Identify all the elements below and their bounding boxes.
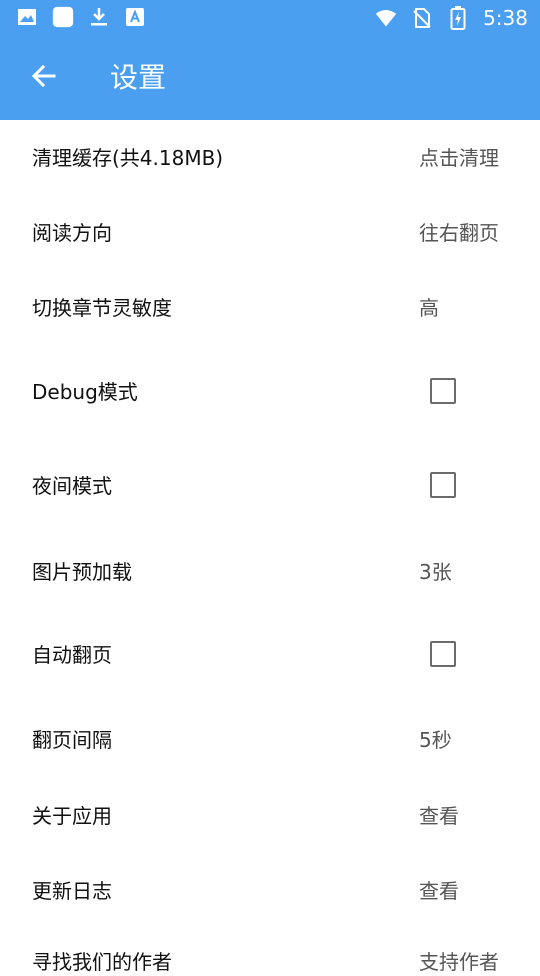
setting-reading-direction[interactable]: 阅读方向 往右翻页: [0, 196, 540, 272]
setting-debug-mode[interactable]: Debug模式: [0, 348, 540, 442]
setting-label: Debug模式: [32, 380, 138, 404]
setting-value: 5秒: [419, 728, 452, 752]
setting-image-preload[interactable]: 图片预加载 3张: [0, 536, 540, 612]
app-toolbar: 设置: [0, 36, 540, 120]
setting-label: 关于应用: [32, 804, 112, 828]
image-icon: [16, 6, 38, 28]
setting-label: 夜间模式: [32, 474, 112, 498]
setting-label: 阅读方向: [32, 221, 112, 245]
app-square-icon: [52, 6, 74, 28]
setting-label: 图片预加载: [32, 560, 132, 584]
auto-page-turn-checkbox[interactable]: [430, 641, 456, 667]
battery-charging-icon: [447, 6, 469, 30]
setting-about-app[interactable]: 关于应用 查看: [0, 782, 540, 858]
setting-value: 往右翻页: [419, 221, 499, 245]
status-bar: 5:38: [0, 0, 540, 36]
setting-page-interval[interactable]: 翻页间隔 5秒: [0, 706, 540, 782]
setting-chapter-sensitivity[interactable]: 切换章节灵敏度 高: [0, 272, 540, 348]
setting-auto-page-turn[interactable]: 自动翻页: [0, 612, 540, 706]
setting-clear-cache[interactable]: 清理缓存(共4.18MB) 点击清理: [0, 120, 540, 196]
wifi-icon: [375, 7, 397, 29]
setting-label: 自动翻页: [32, 643, 112, 667]
setting-changelog[interactable]: 更新日志 查看: [0, 858, 540, 934]
status-time: 5:38: [483, 6, 528, 30]
setting-value: 点击清理: [419, 146, 499, 170]
setting-label: 清理缓存(共4.18MB): [32, 146, 224, 170]
store-icon: [124, 6, 146, 28]
back-button[interactable]: [22, 56, 66, 100]
setting-label: 寻找我们的作者: [32, 950, 172, 974]
no-sim-icon: [411, 7, 433, 29]
setting-value: 查看: [419, 804, 459, 828]
setting-support-author[interactable]: 寻找我们的作者 支持作者: [0, 934, 540, 974]
night-mode-checkbox[interactable]: [430, 472, 456, 498]
setting-label: 更新日志: [32, 879, 112, 903]
arrow-left-icon: [30, 62, 58, 94]
setting-value: 支持作者: [419, 950, 499, 974]
setting-night-mode[interactable]: 夜间模式: [0, 442, 540, 536]
page-title: 设置: [110, 61, 167, 94]
setting-label: 翻页间隔: [32, 728, 112, 752]
setting-value: 查看: [419, 879, 459, 903]
debug-mode-checkbox[interactable]: [430, 378, 456, 404]
setting-value: 3张: [419, 560, 452, 584]
setting-value: 高: [419, 296, 439, 320]
download-icon: [88, 6, 110, 28]
setting-label: 切换章节灵敏度: [32, 296, 172, 320]
